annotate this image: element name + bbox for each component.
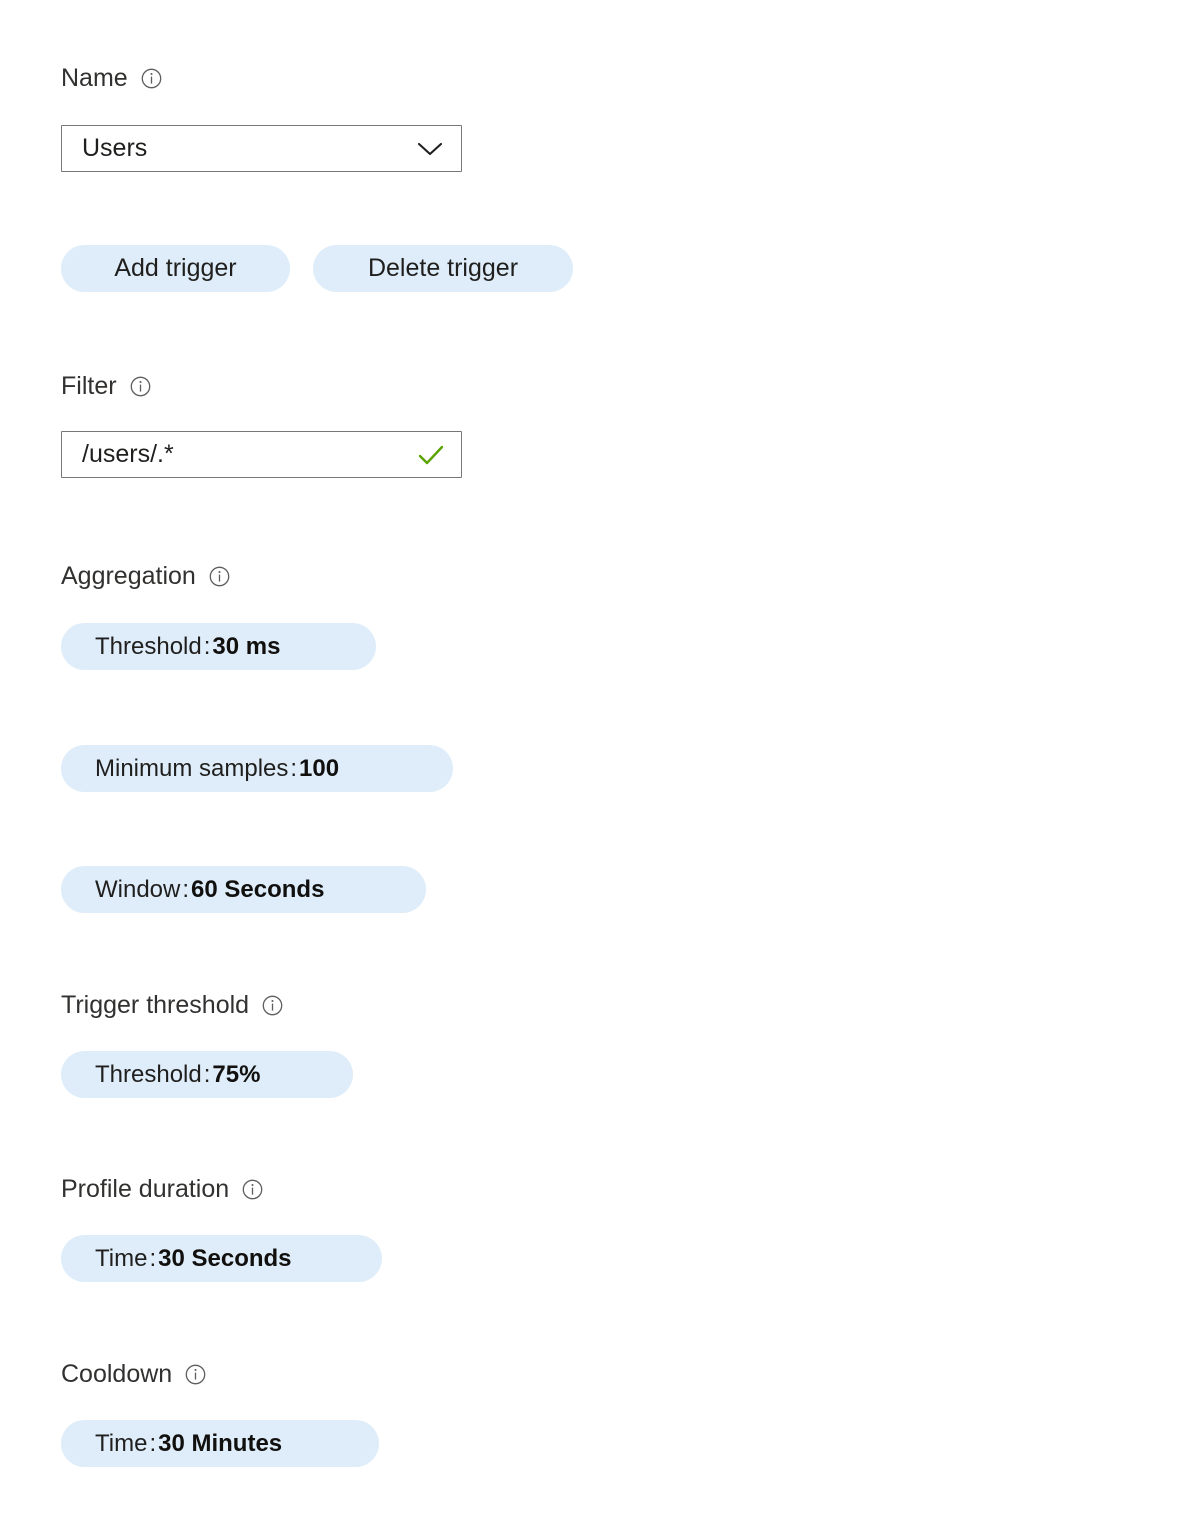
trigger-threshold-label-row: Trigger threshold (61, 993, 283, 1018)
trigger-settings-panel: Name Users Add trigger Delete trigger Fi… (0, 0, 1197, 1530)
profile-duration-label: Profile duration (61, 1175, 230, 1203)
pill-separator: : (290, 754, 298, 782)
aggregation-label-row: Aggregation (61, 564, 230, 589)
pill-separator: : (149, 1429, 157, 1457)
info-circle-icon[interactable] (209, 566, 230, 587)
pill-label: Window (95, 875, 181, 903)
pill-separator: : (149, 1244, 157, 1272)
info-circle-icon[interactable] (242, 1179, 263, 1200)
pill-label: Threshold (95, 632, 202, 660)
pill-value: 30 Minutes (158, 1429, 283, 1457)
cooldown-label-row: Cooldown (61, 1362, 206, 1387)
pill-label: Time (95, 1244, 148, 1272)
pill-value: 75% (212, 1060, 261, 1088)
delete-trigger-button[interactable]: Delete trigger (313, 245, 573, 292)
info-circle-icon[interactable] (130, 376, 151, 397)
aggregation-window-pill[interactable]: Window : 60 Seconds (61, 866, 426, 913)
aggregation-threshold-pill[interactable]: Threshold : 30 ms (61, 623, 376, 670)
filter-label: Filter (61, 372, 117, 400)
cooldown-label: Cooldown (61, 1360, 173, 1388)
info-circle-icon[interactable] (141, 68, 162, 89)
filter-input-value: /users/.* (82, 440, 174, 468)
profile-duration-label-row: Profile duration (61, 1177, 263, 1202)
checkmark-icon (417, 444, 445, 466)
name-label: Name (61, 64, 128, 92)
pill-label: Minimum samples (95, 754, 289, 782)
name-dropdown-value: Users (82, 134, 148, 162)
aggregation-minimum-samples-pill[interactable]: Minimum samples : 100 (61, 745, 453, 792)
pill-label: Threshold (95, 1060, 202, 1088)
pill-separator: : (203, 1060, 211, 1088)
pill-value: 100 (299, 754, 340, 782)
info-circle-icon[interactable] (185, 1364, 206, 1385)
name-label-row: Name (61, 66, 162, 91)
name-dropdown[interactable]: Users (61, 125, 462, 172)
aggregation-label: Aggregation (61, 562, 196, 590)
filter-label-row: Filter (61, 374, 151, 399)
pill-separator: : (182, 875, 190, 903)
profile-duration-time-pill[interactable]: Time : 30 Seconds (61, 1235, 382, 1282)
cooldown-time-pill[interactable]: Time : 30 Minutes (61, 1420, 379, 1467)
pill-value: 30 ms (212, 632, 281, 660)
trigger-threshold-pill[interactable]: Threshold : 75% (61, 1051, 353, 1098)
filter-input[interactable]: /users/.* (61, 431, 462, 478)
pill-separator: : (203, 632, 211, 660)
trigger-threshold-label: Trigger threshold (61, 991, 250, 1019)
chevron-down-icon (415, 140, 445, 158)
info-circle-icon[interactable] (262, 995, 283, 1016)
pill-value: 30 Seconds (158, 1244, 292, 1272)
pill-value: 60 Seconds (191, 875, 325, 903)
add-trigger-button[interactable]: Add trigger (61, 245, 290, 292)
pill-label: Time (95, 1429, 148, 1457)
